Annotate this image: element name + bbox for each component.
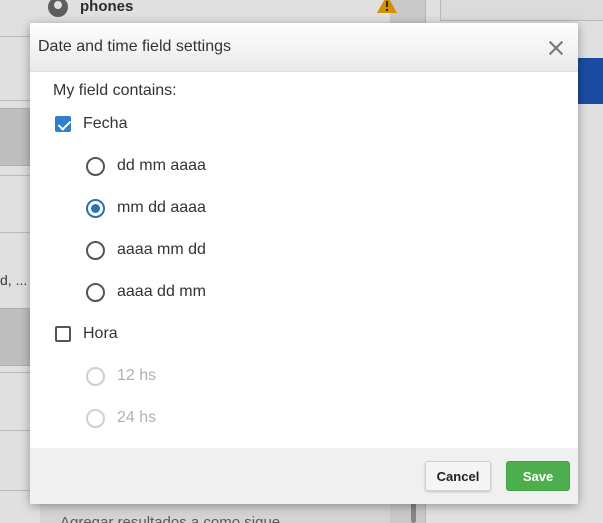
dialog-title: Date and time field settings <box>38 38 231 55</box>
date-time-settings-dialog: Date and time field settings My field co… <box>30 23 578 504</box>
date-format-option[interactable]: mm dd aaaa <box>86 197 206 219</box>
time-checkbox[interactable] <box>55 326 71 342</box>
time-checkbox-label: Hora <box>83 325 118 342</box>
field-contains-label: My field contains: <box>53 82 177 99</box>
date-checkbox-label: Fecha <box>83 115 128 132</box>
app-screen: d, ... phones Agregar resultados a como … <box>0 0 603 523</box>
time-format-option: 24 hs <box>86 407 156 429</box>
radio-button-disabled <box>86 366 105 386</box>
date-format-label: aaaa mm dd <box>117 241 206 258</box>
date-checkbox-row[interactable]: Fecha <box>55 113 127 135</box>
radio-button[interactable] <box>86 240 105 260</box>
date-format-option[interactable]: dd mm aaaa <box>86 155 206 177</box>
time-format-label: 24 hs <box>117 409 157 426</box>
radio-button-disabled <box>86 408 105 428</box>
dialog-body: My field contains: Fecha dd mm aaaa mm d… <box>30 72 578 448</box>
cancel-button[interactable]: Cancel <box>425 461 491 491</box>
date-format-option[interactable]: aaaa mm dd <box>86 239 206 261</box>
time-format-label: 12 hs <box>117 367 157 384</box>
date-format-label: mm dd aaaa <box>117 199 206 216</box>
date-checkbox[interactable] <box>55 116 71 132</box>
time-checkbox-row[interactable]: Hora <box>55 323 118 345</box>
radio-button[interactable] <box>86 282 105 302</box>
date-format-label: dd mm aaaa <box>117 157 206 174</box>
radio-button[interactable] <box>86 156 105 176</box>
dialog-header: Date and time field settings <box>30 23 578 72</box>
close-icon[interactable] <box>546 38 566 58</box>
save-button[interactable]: Save <box>506 461 570 491</box>
date-format-option[interactable]: aaaa dd mm <box>86 281 206 303</box>
radio-button-selected[interactable] <box>86 198 105 218</box>
time-format-option: 12 hs <box>86 365 156 387</box>
date-format-label: aaaa dd mm <box>117 283 206 300</box>
dialog-footer: Cancel Save <box>30 448 578 504</box>
